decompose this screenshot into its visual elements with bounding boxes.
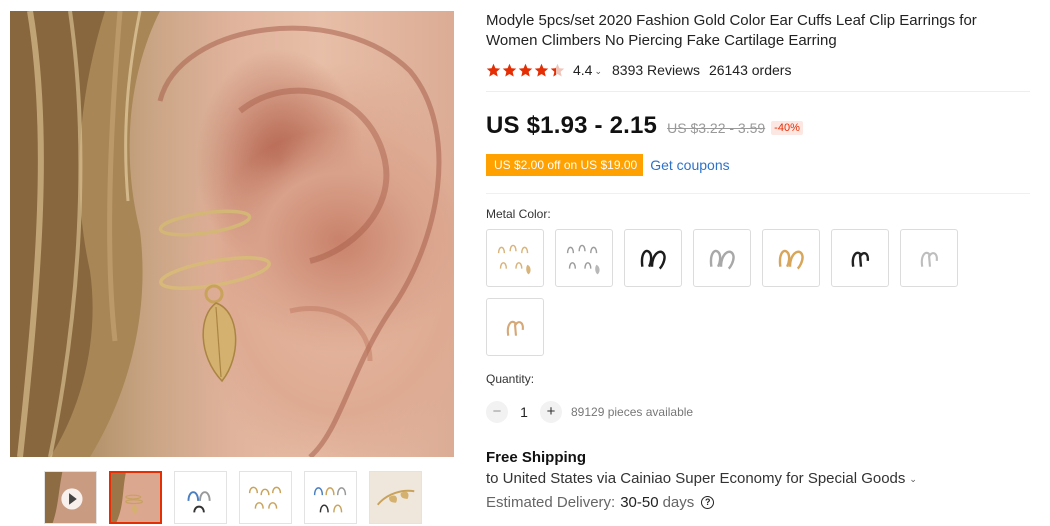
thumbnail-product-set-3[interactable] xyxy=(304,471,357,524)
metal-color-label: Metal Color: xyxy=(486,207,551,221)
price-row: US $1.93 - 2.15 US $3.22 - 3.59 -40% xyxy=(486,112,803,142)
shipping-destination[interactable]: to United States via Cainiao Super Econo… xyxy=(486,470,917,487)
color-option-silver-2[interactable] xyxy=(900,229,958,287)
estimated-delivery: Estimated Delivery: 30-50 days ? xyxy=(486,494,715,511)
color-option-silver[interactable] xyxy=(693,229,751,287)
rating-score[interactable]: 4.4 xyxy=(573,62,592,78)
current-price: US $1.93 - 2.15 xyxy=(486,112,658,139)
discount-badge: -40% xyxy=(771,121,803,135)
chevron-down-icon[interactable]: ⌄ xyxy=(594,66,602,77)
thumbnail-strip xyxy=(44,471,422,525)
estimated-delivery-label: Estimated Delivery: xyxy=(486,494,616,511)
star-icon xyxy=(502,63,517,76)
color-option-set-silver[interactable] xyxy=(555,229,613,287)
color-option-rose-gold[interactable] xyxy=(486,298,544,356)
thumbnail-product-set-2[interactable] xyxy=(239,471,292,524)
star-icon xyxy=(486,63,501,76)
color-option-gold[interactable] xyxy=(762,229,820,287)
rating-row: 4.4 ⌄ 8393 Reviews 26143 orders xyxy=(486,60,791,80)
color-option-black[interactable] xyxy=(624,229,682,287)
stock-available: 89129 pieces available xyxy=(571,405,694,419)
estimated-delivery-days: 30-50 xyxy=(620,494,659,511)
thumbnail-video[interactable] xyxy=(44,471,97,524)
star-rating[interactable] xyxy=(486,63,565,78)
thumbnail-product-set-1[interactable] xyxy=(174,471,227,524)
divider xyxy=(486,91,1030,92)
orders-count: 26143 orders xyxy=(708,62,792,78)
star-icon xyxy=(534,63,549,76)
quantity-stepper: − 1 + 89129 pieces available xyxy=(486,401,693,423)
thumbnail-product-leaf[interactable] xyxy=(369,471,422,524)
reviews-link[interactable]: 8393 Reviews xyxy=(612,62,700,78)
quantity-label: Quantity: xyxy=(486,372,535,386)
shipping-title: Free Shipping xyxy=(486,449,587,466)
color-option-set-gold[interactable] xyxy=(486,229,544,287)
color-option-black-2[interactable] xyxy=(831,229,889,287)
original-price: US $3.22 - 3.59 xyxy=(667,120,766,136)
shipping-destination-text[interactable]: to United States via Cainiao Super Econo… xyxy=(486,470,905,487)
quantity-increase-button[interactable]: + xyxy=(540,401,562,423)
get-coupons-link[interactable]: Get coupons xyxy=(650,157,729,173)
chevron-down-icon[interactable]: ⌄ xyxy=(909,474,917,485)
divider xyxy=(486,193,1030,194)
product-title: Modyle 5pcs/set 2020 Fashion Gold Color … xyxy=(486,12,977,49)
quantity-decrease-button[interactable]: − xyxy=(486,401,508,423)
estimated-delivery-unit: days xyxy=(662,494,695,511)
help-icon[interactable]: ? xyxy=(701,496,715,509)
coupon-tag[interactable]: US $2.00 off on US $19.00 xyxy=(482,154,644,176)
star-icon xyxy=(518,63,533,76)
coupon-row: US $2.00 off on US $19.00 Get coupons xyxy=(482,154,730,176)
thumbnail-ear-selected[interactable] xyxy=(109,471,162,524)
star-icon xyxy=(550,63,565,76)
quantity-input[interactable]: 1 xyxy=(508,404,540,420)
product-main-image[interactable] xyxy=(10,11,454,457)
